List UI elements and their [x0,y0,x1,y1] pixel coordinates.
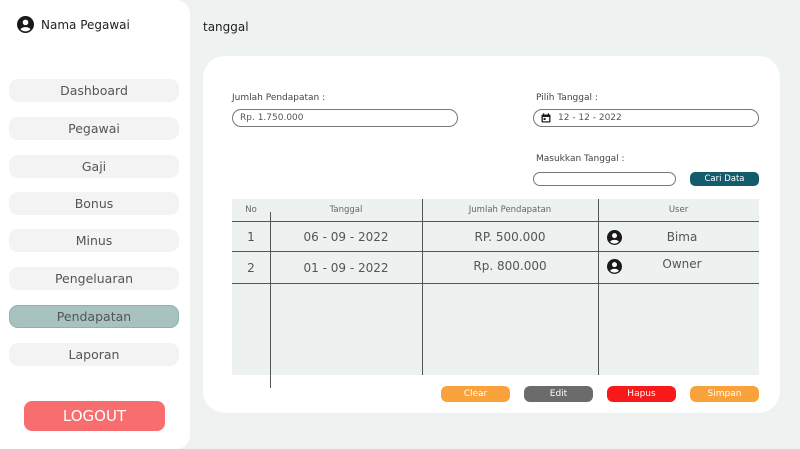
income-label: Jumlah Pendapatan : [232,93,326,103]
column-header-no: No [245,205,257,215]
row-tanggal: 06 - 09 - 2022 [303,230,389,244]
row-divider [232,251,759,252]
sidebar-item-gaji[interactable]: Gaji [9,155,179,178]
delete-button[interactable]: Hapus [607,386,676,402]
clear-button[interactable]: Clear [441,386,510,402]
user-icon [607,230,622,245]
user-profile: Nama Pegawai [17,16,130,33]
logout-button[interactable]: LOGOUT [24,401,165,431]
save-button[interactable]: Simpan [690,386,759,402]
user-icon [607,259,622,274]
income-table: No Tanggal Jumlah Pendapatan User 1 06 -… [232,199,759,388]
row-user: Bima [666,230,698,244]
date-picker[interactable]: 12 - 12 - 2022 [533,109,759,127]
edit-button[interactable]: Edit [524,386,593,402]
user-icon [17,16,34,33]
main-card: Jumlah Pendapatan : Rp. 1.750.000 Pilih … [203,56,780,413]
user-name: Nama Pegawai [41,17,130,32]
row-no: 1 [247,230,255,244]
row-divider [232,283,759,284]
row-no: 2 [247,261,255,275]
search-button[interactable]: Cari Data [690,172,759,186]
column-header-jumlah: Jumlah Pendapatan [468,205,552,215]
row-jumlah: Rp. 800.000 [473,259,547,273]
column-divider [598,199,599,375]
search-date-label: Masukkan Tanggal : [536,154,625,164]
sidebar-item-minus[interactable]: Minus [9,229,179,252]
column-header-user: User [668,205,689,215]
header-divider [232,221,759,222]
sidebar-item-pengeluaran[interactable]: Pengeluaran [9,267,179,290]
page-title: tanggal [203,20,249,34]
row-user: Owner [662,257,702,271]
calendar-icon [541,113,551,123]
sidebar-item-laporan[interactable]: Laporan [9,343,179,366]
sidebar-item-dashboard[interactable]: Dashboard [9,79,179,102]
column-divider [422,199,423,375]
row-tanggal: 01 - 09 - 2022 [303,261,389,275]
column-header-tanggal: Tanggal [329,205,363,215]
sidebar: Nama Pegawai Dashboard Pegawai Gaji Bonu… [0,0,190,449]
search-date-input[interactable] [533,172,676,186]
row-jumlah: RP. 500.000 [474,230,546,244]
income-field[interactable]: Rp. 1.750.000 [232,109,458,127]
sidebar-item-pendapatan[interactable]: Pendapatan [9,305,179,328]
date-label: Pilih Tanggal : [536,93,598,103]
date-value: 12 - 12 - 2022 [558,113,622,123]
sidebar-item-pegawai[interactable]: Pegawai [9,117,179,140]
sidebar-item-bonus[interactable]: Bonus [9,192,179,215]
income-value: Rp. 1.750.000 [240,113,304,123]
